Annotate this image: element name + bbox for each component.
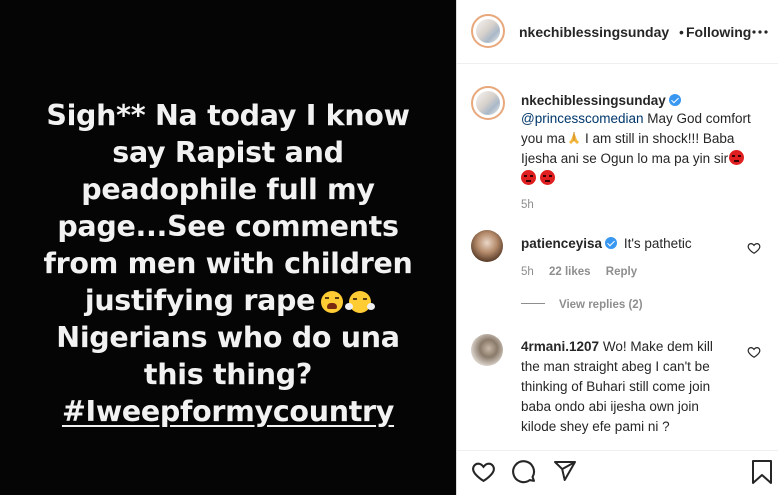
- caption-text: Ijesha ani se Ogun lo ma pa yin sir: [521, 151, 729, 166]
- caption-line: nkechiblessingsunday: [521, 91, 771, 111]
- caption-text: I am still in shock!!! Baba: [581, 131, 735, 146]
- story-line: this thing?: [143, 358, 313, 391]
- post-image: Sigh** Na today I know say Rapist and pe…: [0, 0, 456, 495]
- instagram-post-view: Sigh** Na today I know say Rapist and pe…: [0, 0, 778, 495]
- reply-button[interactable]: Reply: [606, 266, 637, 278]
- comment-line: thinking of Buhari still come join: [521, 379, 711, 394]
- story-line-with-emoji: justifying rape: [12, 282, 444, 319]
- caption-text: you ma: [521, 131, 566, 146]
- comment-text: It's pathetic: [623, 236, 692, 251]
- header-separator-dot: •: [679, 24, 684, 40]
- verified-badge-icon: [605, 237, 618, 249]
- caption-avatar[interactable]: [471, 86, 505, 120]
- comment-text: Wo! Make dem kill: [602, 339, 713, 354]
- story-line: justifying rape: [84, 284, 316, 317]
- replies-divider: [521, 303, 545, 304]
- caption-timestamp[interactable]: 5h: [521, 199, 771, 211]
- comment-line: 4rmani.1207 Wo! Make dem kill: [521, 337, 761, 357]
- caption-text: May God comfort: [643, 111, 751, 126]
- comment-username[interactable]: patienceyisa: [521, 236, 602, 251]
- avatar-image: [476, 91, 500, 115]
- angry-face-icon: [521, 170, 536, 185]
- view-replies-label: View replies (2): [559, 299, 643, 311]
- heart-icon[interactable]: [747, 345, 761, 359]
- comment-username[interactable]: 4rmani.1207: [521, 339, 599, 354]
- post-story-text: Sigh** Na today I know say Rapist and pe…: [12, 97, 444, 430]
- comment-likes[interactable]: 22 likes: [549, 266, 591, 278]
- caption-line: @princesscomedian May God comfort: [521, 109, 771, 129]
- caption: nkechiblessingsunday @princesscomedian M…: [521, 91, 771, 211]
- header-username[interactable]: nkechiblessingsunday: [519, 24, 669, 40]
- heart-icon[interactable]: [471, 459, 496, 484]
- triumph-face-icon: [345, 291, 372, 313]
- comment-line: baba ondo abi ijesha own join: [521, 399, 699, 414]
- mention-link[interactable]: @princesscomedian: [521, 111, 644, 126]
- heart-icon[interactable]: [747, 241, 761, 255]
- caption-username[interactable]: nkechiblessingsunday: [521, 93, 666, 108]
- story-line: say Rapist and: [112, 136, 344, 169]
- caption-line: [521, 169, 771, 189]
- comment-meta: 5h 22 likes Reply: [521, 266, 637, 278]
- comment-line: the man straight abeg I can't be: [521, 359, 710, 374]
- angry-face-icon: [539, 170, 555, 185]
- share-icon[interactable]: [553, 459, 577, 483]
- more-horizontal-icon[interactable]: [752, 30, 768, 34]
- folded-hands-icon: [567, 131, 581, 145]
- comment-icon[interactable]: [511, 459, 536, 484]
- comment-body: patienceyisa It's pathetic: [521, 234, 692, 254]
- commenter-avatar[interactable]: [471, 230, 503, 262]
- story-line: Sigh** Na today I know: [46, 99, 410, 132]
- following-button[interactable]: Following: [686, 24, 751, 40]
- verified-badge-icon: [668, 94, 681, 106]
- story-line: page...See comments: [57, 210, 399, 243]
- story-hashtag: #Iweepformycountry: [61, 395, 395, 428]
- comment-line: kilode shey efe pami ni ?: [521, 419, 670, 434]
- weary-face-icon: [321, 291, 344, 313]
- view-replies-button[interactable]: View replies (2): [521, 299, 643, 311]
- comment-time[interactable]: 5h: [521, 266, 534, 278]
- angry-face-icon: [729, 150, 745, 165]
- commenter-avatar[interactable]: [471, 334, 503, 366]
- avatar[interactable]: [471, 14, 505, 48]
- comments-panel: nkechiblessingsunday • Following nkechib…: [456, 0, 778, 495]
- bookmark-icon[interactable]: [751, 459, 773, 485]
- avatar-image: [476, 19, 500, 43]
- caption-line: Ijesha ani se Ogun lo ma pa yin sir: [521, 149, 771, 169]
- story-line: Nigerians who do una: [56, 321, 400, 354]
- comment-body: 4rmani.1207 Wo! Make dem kill the man st…: [521, 337, 761, 437]
- caption-line: you ma I am still in shock!!! Baba: [521, 129, 771, 149]
- story-line: from men with children: [43, 247, 413, 280]
- action-bar: [457, 450, 778, 495]
- story-line: peadophile full my: [81, 173, 375, 206]
- post-header: nkechiblessingsunday • Following: [457, 0, 778, 64]
